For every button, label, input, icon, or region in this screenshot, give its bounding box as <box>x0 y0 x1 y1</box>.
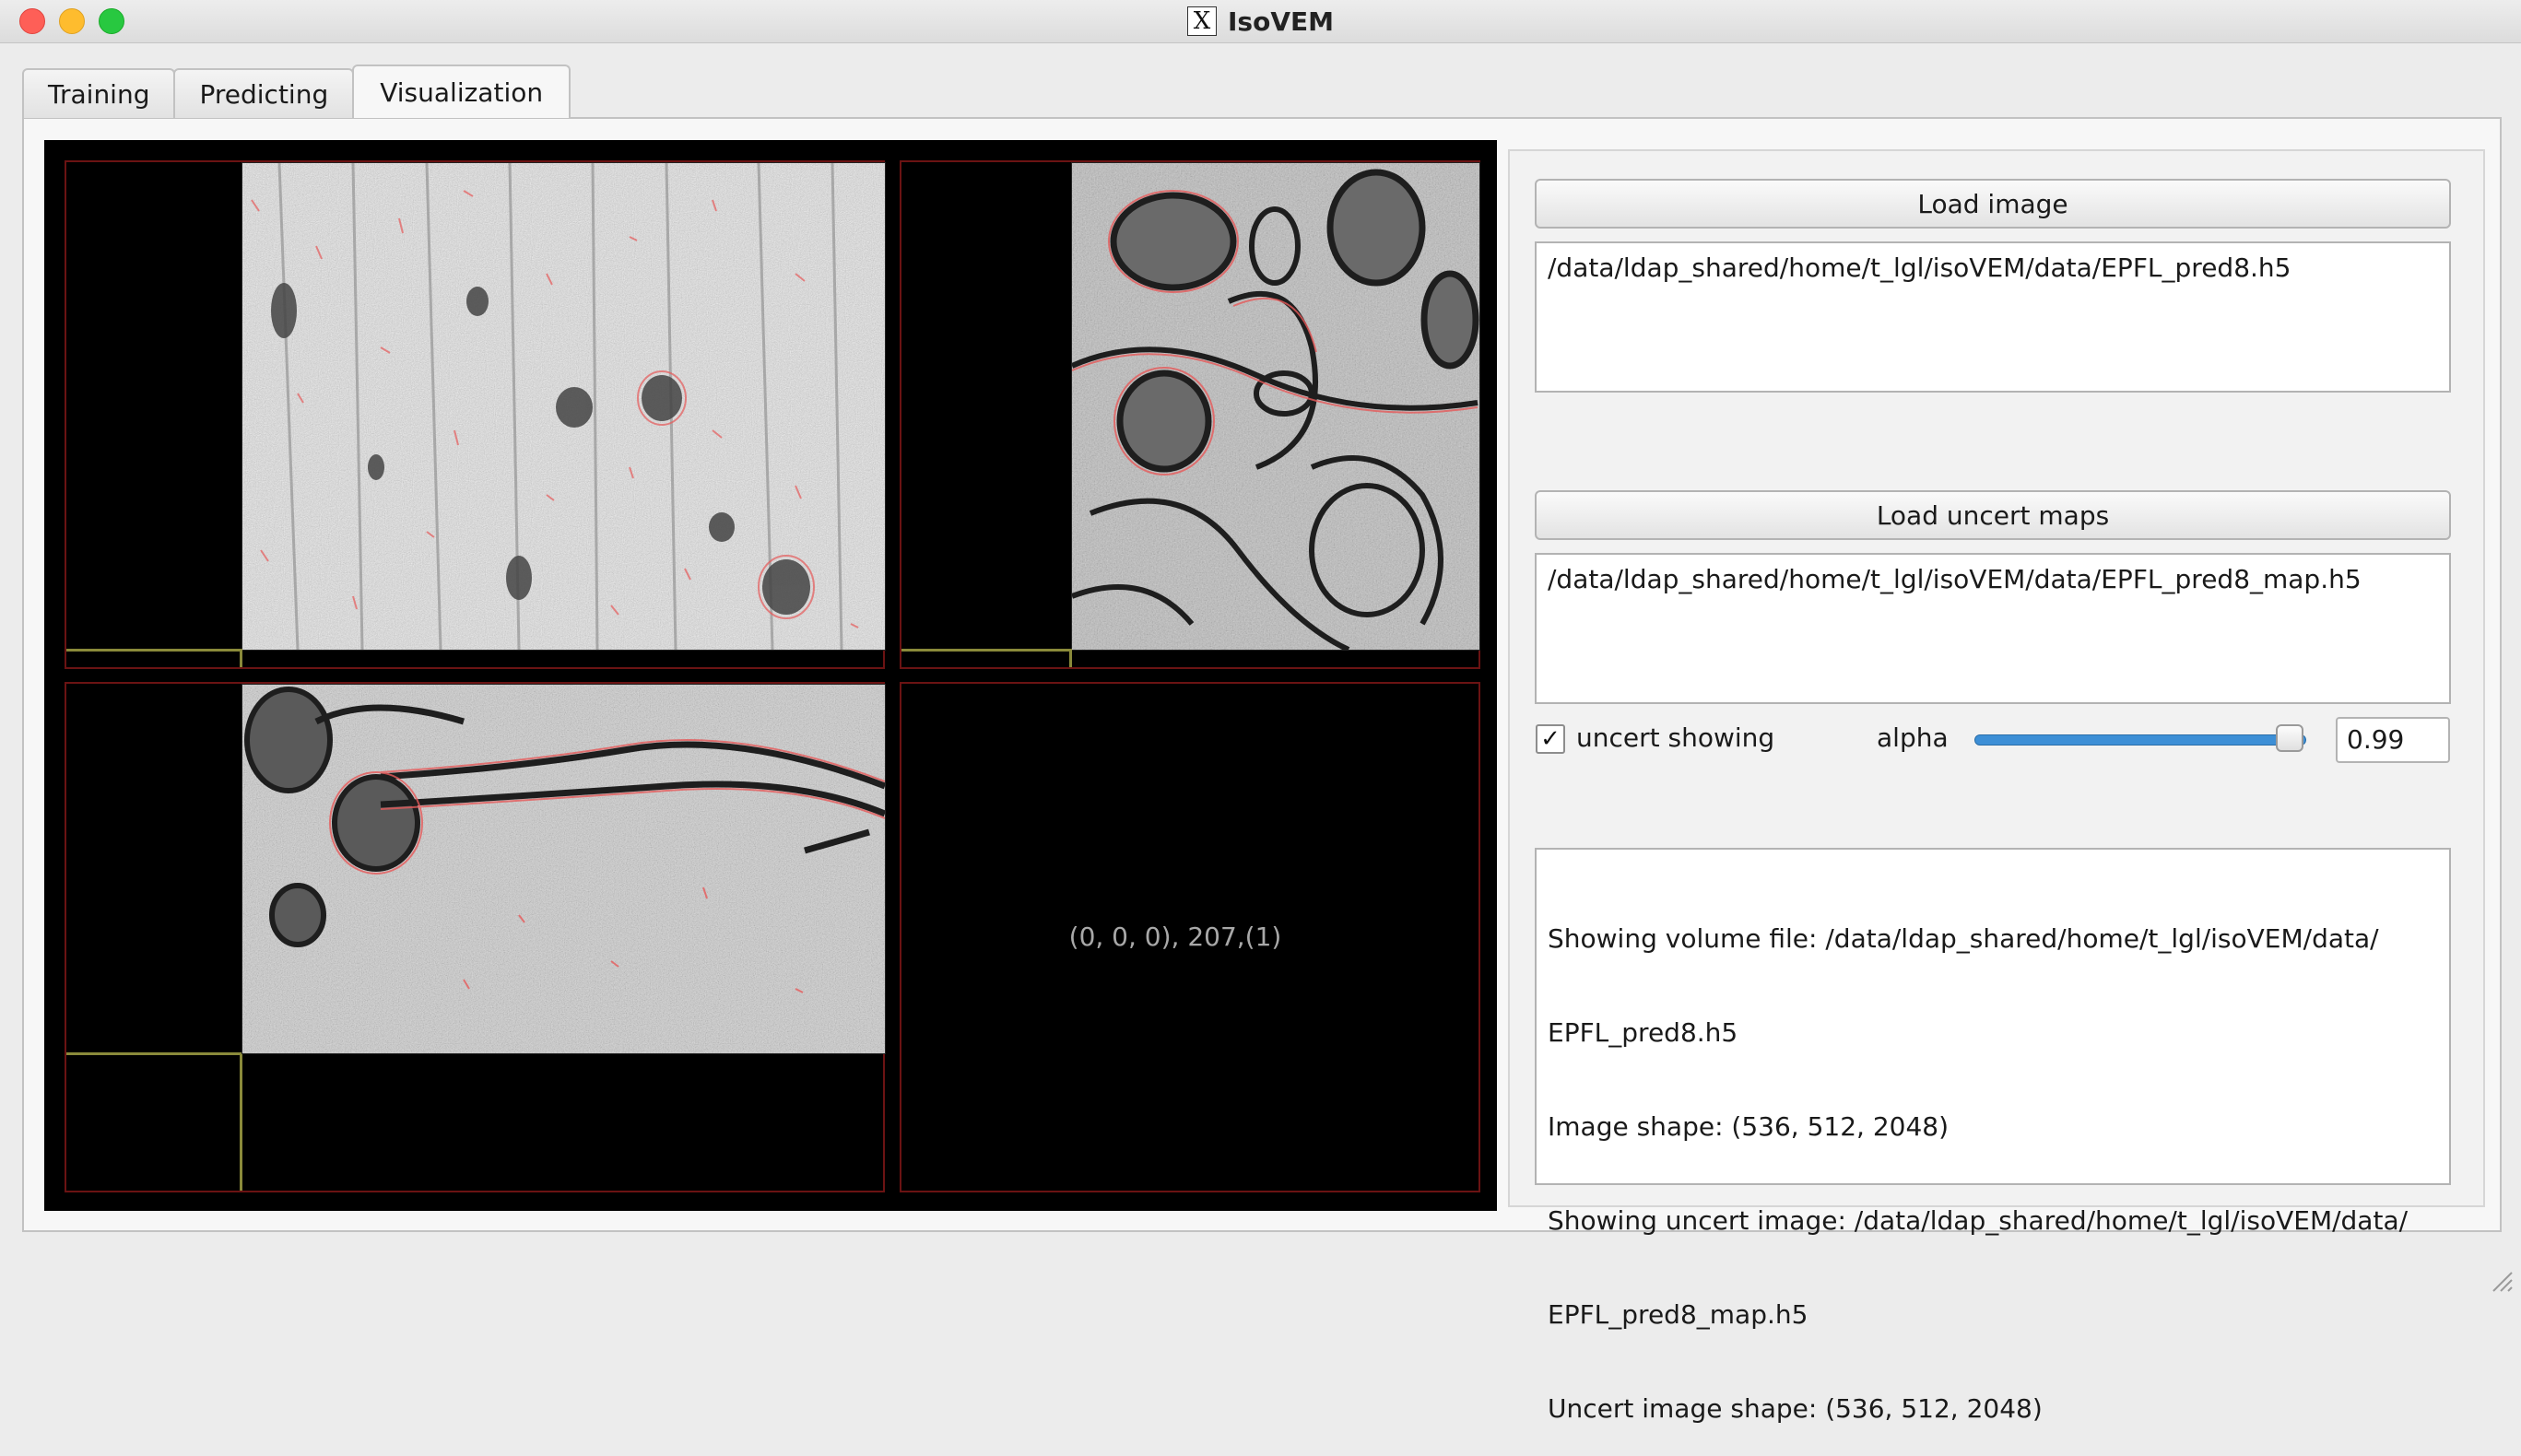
log-line: Image shape: (536, 512, 2048) <box>1548 1111 1950 1142</box>
tab-training[interactable]: Training <box>22 68 176 118</box>
uncert-path-field[interactable]: /data/ldap_shared/home/t_lgl/isoVEM/data… <box>1535 553 2451 704</box>
image-path-field[interactable]: /data/ldap_shared/home/t_lgl/isoVEM/data… <box>1535 241 2451 393</box>
alpha-value-field[interactable]: 0.99 <box>2336 717 2450 763</box>
alpha-slider[interactable] <box>1974 734 2306 746</box>
crosshair-h-xz <box>66 1052 241 1055</box>
title-bar: X IsoVEM <box>0 0 2521 43</box>
tab-bar: Training Predicting Visualization <box>22 65 571 118</box>
log-line: Showing uncert image: /data/ldap_shared/… <box>1548 1205 2409 1236</box>
x11-icon: X <box>1187 6 1217 36</box>
load-image-button[interactable]: Load image <box>1535 179 2451 229</box>
log-output: Showing volume file: /data/ldap_shared/h… <box>1535 848 2451 1424</box>
load-uncert-maps-button[interactable]: Load uncert maps <box>1535 490 2451 540</box>
tab-visualization[interactable]: Visualization <box>352 65 571 118</box>
crosshair-v-xy <box>240 649 242 667</box>
alpha-slider-handle[interactable] <box>2275 724 2303 752</box>
view-image-xy[interactable] <box>241 162 886 651</box>
uncert-showing-checkbox[interactable]: ✓ <box>1536 724 1565 754</box>
crosshair-h-yz <box>901 649 1071 652</box>
alpha-label: alpha <box>1877 722 1949 753</box>
crosshair-h-xy <box>66 649 241 652</box>
window-title: IsoVEM <box>1228 6 1334 37</box>
log-line: EPFL_pred8_map.h5 <box>1548 1299 1808 1330</box>
view-image-xz[interactable] <box>241 684 886 1054</box>
log-line: Uncert image shape: (536, 512, 2048) <box>1548 1393 2043 1424</box>
crosshair-v-yz <box>1069 649 1072 667</box>
resize-grip-icon[interactable] <box>2490 1269 2514 1293</box>
uncert-showing-label: uncert showing <box>1576 722 1775 753</box>
volume-viewer[interactable] <box>44 140 1497 1211</box>
view-image-yz[interactable] <box>1071 162 1480 651</box>
log-line: Showing volume file: /data/ldap_shared/h… <box>1548 923 2379 954</box>
tab-predicting[interactable]: Predicting <box>173 68 355 118</box>
coordinate-readout: (0, 0, 0), 207,(1) <box>1068 922 1282 952</box>
log-line: EPFL_pred8.h5 <box>1548 1017 1738 1048</box>
crosshair-v-xz <box>240 1054 242 1191</box>
